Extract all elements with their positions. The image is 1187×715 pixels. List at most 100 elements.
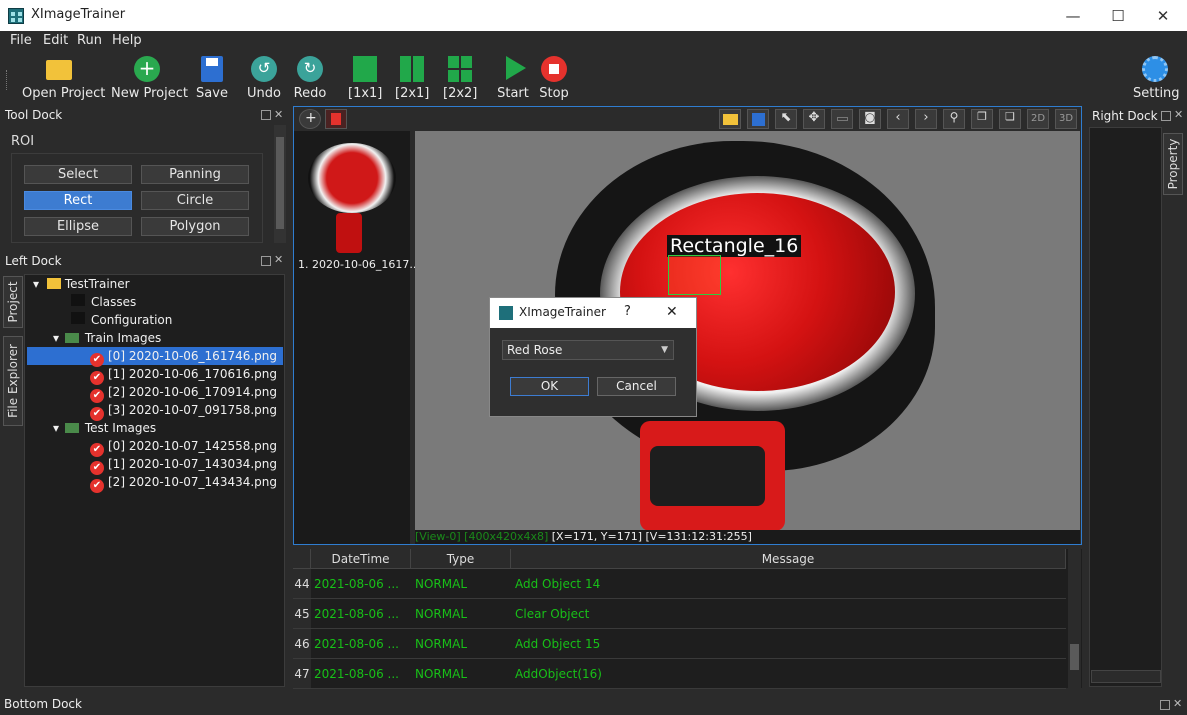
status-coords: [X=171, Y=171] [V=131:12:31:255] (548, 530, 752, 543)
undo-button[interactable]: ↺ Undo (247, 56, 281, 101)
tab-project[interactable]: Project (3, 276, 23, 328)
new-project-button[interactable]: + New Project (111, 56, 188, 101)
menu-run[interactable]: Run (77, 33, 102, 48)
ok-button[interactable]: OK (510, 377, 589, 396)
dialog-help-button[interactable]: ? (624, 304, 631, 319)
app-logo-icon (8, 8, 24, 24)
grid-2x1-button[interactable]: [2x1] (395, 56, 429, 101)
circle-tool-button[interactable]: Circle (141, 191, 249, 210)
viewer-status: [View-0] [400x420x4x8] [X=171, Y=171] [V… (415, 530, 1080, 544)
image-folder-icon (64, 423, 79, 433)
roi-rectangle[interactable] (668, 255, 721, 295)
tree-item-train-3[interactable]: ✔ [3] 2020-10-07_091758.png (90, 401, 277, 421)
prev-button[interactable]: ‹ (887, 109, 909, 129)
thumbnail-image[interactable] (298, 139, 404, 259)
open-image-button[interactable] (719, 109, 741, 129)
tab-file-explorer[interactable]: File Explorer (3, 336, 23, 426)
view-2d-button[interactable]: 2D (1027, 109, 1049, 129)
move-mode-button[interactable]: ✥ (803, 109, 825, 129)
right-dock: Right Dock ✕ Property (1089, 107, 1187, 689)
tree-classes[interactable]: Classes (71, 293, 136, 311)
save-button[interactable]: Save (196, 56, 228, 101)
ellipse-tool-button[interactable]: Ellipse (24, 217, 132, 236)
tab-property[interactable]: Property (1163, 133, 1183, 195)
zoom-button[interactable]: ⚲ (943, 109, 965, 129)
tool-dock-scrollbar[interactable] (274, 125, 286, 243)
paste-icon: ❏ (1005, 110, 1015, 123)
maximize-button[interactable]: ☐ (1095, 0, 1141, 31)
tree-item-train-2[interactable]: ✔ [2] 2020-10-06_170914.png (90, 383, 277, 403)
table-row[interactable]: 47 2021-08-06 ... NORMAL AddObject(16) (293, 659, 1066, 689)
add-image-button[interactable]: + (299, 109, 321, 129)
table-row[interactable]: 44 2021-08-06 ... NORMAL Add Object 14 (293, 569, 1066, 599)
roi-label: Rectangle_16 (667, 235, 802, 257)
cancel-button[interactable]: Cancel (597, 377, 676, 396)
title-bar: XImageTrainer — ☐ ✕ (0, 0, 1187, 31)
tool-dock-title: Tool Dock (5, 108, 63, 122)
dock-close-icon[interactable]: ✕ (1173, 697, 1182, 710)
start-button[interactable]: Start (497, 56, 529, 101)
select-tool-button[interactable]: Select (24, 165, 132, 184)
menu-bar: File Edit Run Help (0, 31, 1187, 52)
class-select[interactable]: Red Rose ▼ (502, 340, 674, 360)
float-icon[interactable] (261, 256, 271, 266)
paste-button[interactable]: ❏ (999, 109, 1021, 129)
tree-item-test-0[interactable]: ✔ [0] 2020-10-07_142558.png (90, 437, 277, 457)
dock-close-icon[interactable]: ✕ (274, 108, 283, 121)
trash-icon (331, 113, 341, 125)
copy-button[interactable]: ❐ (971, 109, 993, 129)
dock-close-icon[interactable]: ✕ (274, 253, 283, 266)
open-project-button[interactable]: Open Project (22, 56, 105, 101)
tree-train-images[interactable]: ▾ Train Images (53, 329, 161, 347)
polygon-tool-button[interactable]: Polygon (141, 217, 249, 236)
tree-item-train-1[interactable]: ✔ [1] 2020-10-06_170616.png (90, 365, 277, 385)
redo-button[interactable]: ↻ Redo (293, 56, 327, 101)
float-icon[interactable] (1160, 700, 1170, 710)
next-button[interactable]: › (915, 109, 937, 129)
float-icon[interactable] (1161, 111, 1171, 121)
menu-file[interactable]: File (10, 33, 32, 48)
capture-button[interactable]: ◙ (859, 109, 881, 129)
fit-button[interactable] (831, 109, 853, 129)
close-icon: ✕ (1156, 6, 1170, 25)
table-row[interactable]: 45 2021-08-06 ... NORMAL Clear Object (293, 599, 1066, 629)
left-dock-title: Left Dock (5, 254, 62, 268)
menu-help[interactable]: Help (112, 33, 142, 48)
close-button[interactable]: ✕ (1140, 0, 1186, 31)
stop-button[interactable]: Stop (538, 56, 570, 101)
table-row[interactable]: 46 2021-08-06 ... NORMAL Add Object 15 (293, 629, 1066, 659)
view-3d-button[interactable]: 3D (1055, 109, 1077, 129)
fit-icon (837, 117, 848, 121)
folder-icon (46, 278, 61, 289)
tree-item-train-0[interactable]: ✔ [0] 2020-10-06_161746.png (27, 347, 283, 367)
panning-tool-button[interactable]: Panning (141, 165, 249, 184)
dialog-title: XImageTrainer (519, 305, 606, 319)
toolbar-grip[interactable] (6, 70, 9, 90)
property-hscrollbar[interactable] (1091, 670, 1161, 683)
undo-icon: ↺ (251, 56, 277, 82)
col-message[interactable]: Message (511, 549, 1066, 569)
select-mode-button[interactable]: ⬉ (775, 109, 797, 129)
menu-edit[interactable]: Edit (43, 33, 68, 48)
tree-configuration[interactable]: Configuration (71, 311, 172, 329)
float-icon[interactable] (261, 110, 271, 120)
tree-test-images[interactable]: ▾ Test Images (53, 419, 156, 437)
class-dialog: XImageTrainer ? ✕ Red Rose ▼ OK Cancel (489, 297, 697, 417)
dialog-close-button[interactable]: ✕ (666, 304, 678, 320)
log-scrollbar[interactable] (1068, 549, 1081, 688)
setting-button[interactable]: Setting (1133, 56, 1180, 101)
tree-root[interactable]: ▾ TestTrainer (33, 275, 130, 293)
col-type[interactable]: Type (411, 549, 511, 569)
dialog-title-bar: XImageTrainer ? ✕ (490, 298, 696, 328)
grid-2x2-button[interactable]: [2x2] (443, 56, 477, 101)
delete-image-button[interactable] (325, 109, 347, 129)
grid-1x1-button[interactable]: [1x1] (348, 56, 382, 101)
save-image-button[interactable] (747, 109, 769, 129)
dock-close-icon[interactable]: ✕ (1174, 108, 1183, 121)
add-icon: + (134, 56, 160, 82)
rect-tool-button[interactable]: Rect (24, 191, 132, 210)
tree-item-test-2[interactable]: ✔ [2] 2020-10-07_143434.png (90, 473, 277, 493)
col-datetime[interactable]: DateTime (311, 549, 411, 569)
minimize-button[interactable]: — (1050, 0, 1096, 31)
tree-item-test-1[interactable]: ✔ [1] 2020-10-07_143034.png (90, 455, 277, 475)
